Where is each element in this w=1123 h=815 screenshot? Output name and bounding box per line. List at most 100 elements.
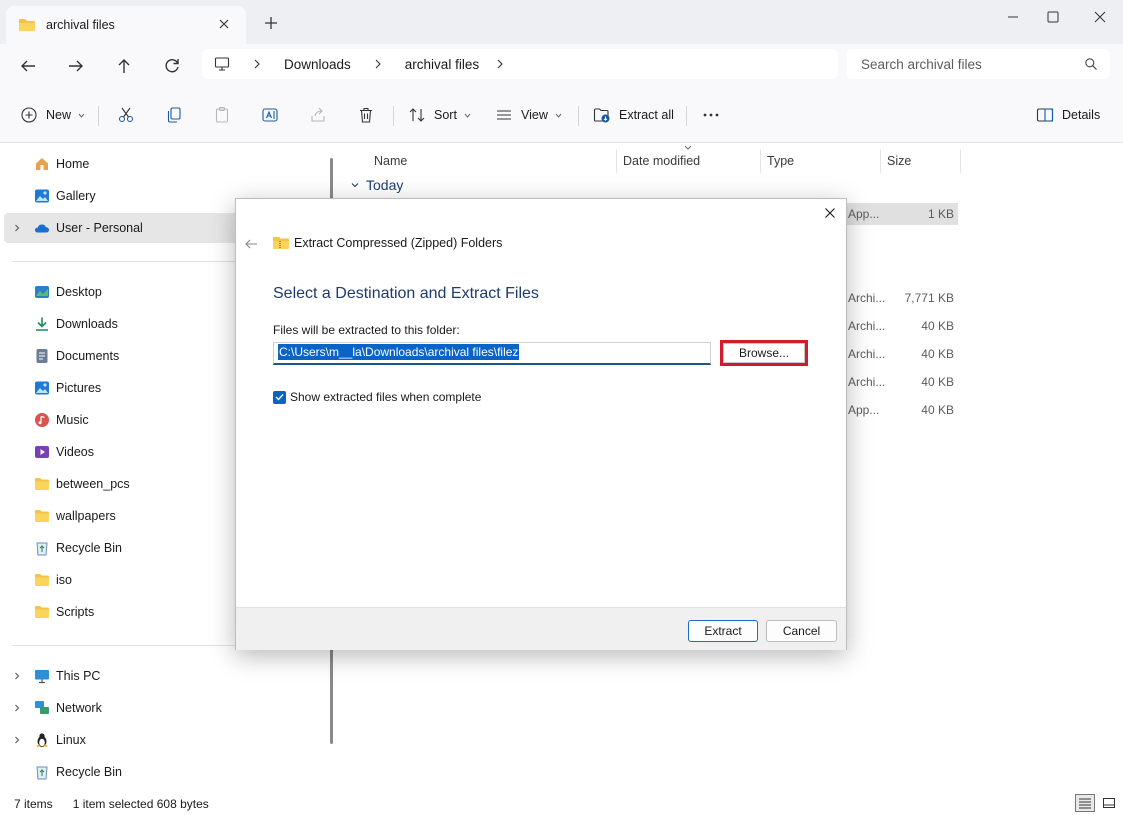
sidebar-item-label: Downloads	[56, 317, 118, 331]
linux-icon	[34, 732, 50, 748]
divider	[686, 106, 687, 126]
browse-button[interactable]: Browse...	[720, 340, 808, 366]
address-bar[interactable]: Downloads archival files	[202, 49, 838, 79]
title-bar: archival files	[0, 0, 1123, 44]
chevron-right-icon[interactable]	[250, 57, 264, 71]
forward-arrow-icon[interactable]	[64, 54, 88, 78]
back-arrow-icon[interactable]	[16, 54, 40, 78]
sidebar-item-recycle-bin-2[interactable]: Recycle Bin	[4, 757, 324, 787]
up-arrow-icon[interactable]	[112, 54, 136, 78]
paste-button[interactable]	[213, 102, 231, 128]
share-button[interactable]	[309, 102, 327, 128]
close-icon[interactable]	[216, 16, 232, 32]
dialog-heading: Select a Destination and Extract Files	[273, 285, 539, 303]
file-type: App...	[848, 403, 879, 417]
file-type: Archi...	[848, 375, 885, 389]
details-view-icon	[1078, 797, 1092, 809]
chevron-right-icon[interactable]	[12, 671, 22, 681]
show-files-checkbox-row[interactable]: Show extracted files when complete	[273, 390, 481, 404]
divider	[393, 106, 394, 126]
new-button[interactable]: New	[20, 102, 86, 128]
column-header-size[interactable]: Size	[887, 149, 911, 173]
recycle-bin-icon	[34, 540, 50, 556]
column-header-date-modified[interactable]: Date modified	[623, 149, 700, 173]
sidebar-item-home[interactable]: Home	[4, 149, 324, 179]
rename-icon	[261, 106, 279, 124]
details-view-toggle[interactable]	[1075, 794, 1095, 812]
close-window-icon[interactable]	[1089, 6, 1111, 28]
minimize-icon[interactable]	[1002, 6, 1024, 28]
group-header-today[interactable]: Today	[350, 177, 403, 193]
chevron-right-icon[interactable]	[12, 735, 22, 745]
refresh-icon[interactable]	[160, 54, 184, 78]
file-size: 1 KB	[928, 207, 954, 221]
chevron-right-icon[interactable]	[12, 703, 22, 713]
view-button[interactable]: View	[495, 102, 563, 128]
dialog-footer: Extract Cancel	[236, 607, 846, 650]
sidebar-item-linux[interactable]: Linux	[4, 725, 324, 755]
chevron-right-icon[interactable]	[493, 57, 507, 71]
search-box[interactable]	[847, 49, 1110, 79]
sidebar-item-label: Desktop	[56, 285, 102, 299]
back-arrow-icon[interactable]	[244, 237, 258, 251]
tiles-view-toggle[interactable]	[1099, 794, 1119, 812]
delete-button[interactable]	[357, 102, 375, 128]
sidebar-item-label: This PC	[56, 669, 100, 683]
copy-button[interactable]	[165, 102, 183, 128]
extract-dialog: Extract Compressed (Zipped) Folders Sele…	[235, 198, 847, 650]
sidebar-item-label: Scripts	[56, 605, 94, 619]
breadcrumb-downloads[interactable]: Downloads	[284, 57, 351, 72]
status-bar: 7 items 1 item selected 608 bytes	[0, 792, 1123, 815]
folder-icon	[34, 572, 50, 588]
file-type: Archi...	[848, 291, 885, 305]
column-divider	[760, 149, 761, 173]
close-icon[interactable]	[822, 205, 838, 221]
cloud-icon	[34, 220, 50, 236]
download-icon	[34, 316, 50, 332]
breadcrumb-archival-files[interactable]: archival files	[405, 57, 479, 72]
file-size: 40 KB	[921, 403, 954, 417]
cut-button[interactable]	[117, 102, 135, 128]
monitor-icon	[214, 56, 230, 72]
pc-icon	[34, 668, 50, 684]
tab-title: archival files	[46, 18, 115, 32]
chevron-down-icon	[463, 111, 472, 120]
chevron-right-icon[interactable]	[371, 57, 385, 71]
rename-button[interactable]	[261, 102, 279, 128]
tab-archival-files[interactable]: archival files	[6, 6, 246, 44]
plus-icon[interactable]	[262, 14, 280, 32]
file-size: 40 KB	[921, 375, 954, 389]
sidebar-item-network[interactable]: Network	[4, 693, 324, 723]
chevron-down-icon	[350, 180, 360, 190]
extract-button[interactable]: Extract	[688, 620, 758, 642]
sidebar-item-label: iso	[56, 573, 72, 587]
folder-icon	[34, 476, 50, 492]
sort-button[interactable]: Sort	[408, 102, 472, 128]
search-input[interactable]	[861, 57, 1071, 72]
pictures-icon	[34, 380, 50, 396]
details-button[interactable]: Details	[1036, 102, 1100, 128]
maximize-icon[interactable]	[1042, 6, 1064, 28]
browse-label: Browse...	[723, 343, 805, 363]
column-header-type[interactable]: Type	[767, 149, 794, 173]
search-icon[interactable]	[1084, 57, 1098, 71]
sidebar-item-label: Gallery	[56, 189, 96, 203]
checkmark-icon	[275, 393, 284, 401]
chevron-right-icon[interactable]	[12, 223, 22, 233]
sidebar-item-label: Videos	[56, 445, 94, 459]
chevron-down-icon	[554, 111, 563, 120]
destination-path-input[interactable]: C:\Users\m__la\Downloads\archival files\…	[273, 342, 711, 365]
extract-all-button[interactable]: Extract all	[593, 102, 674, 128]
more-options-button[interactable]	[702, 102, 720, 128]
column-header-name[interactable]: Name	[374, 149, 407, 173]
file-size: 7,771 KB	[905, 291, 954, 305]
file-size: 40 KB	[921, 319, 954, 333]
cancel-button[interactable]: Cancel	[766, 620, 837, 642]
tiles-view-icon	[1102, 797, 1116, 809]
show-files-checkbox[interactable]	[273, 391, 286, 404]
new-label: New	[46, 108, 71, 122]
recycle-bin-icon	[34, 764, 50, 780]
column-divider	[960, 149, 961, 173]
sidebar-item-this-pc[interactable]: This PC	[4, 661, 324, 691]
destination-label: Files will be extracted to this folder:	[273, 323, 460, 337]
